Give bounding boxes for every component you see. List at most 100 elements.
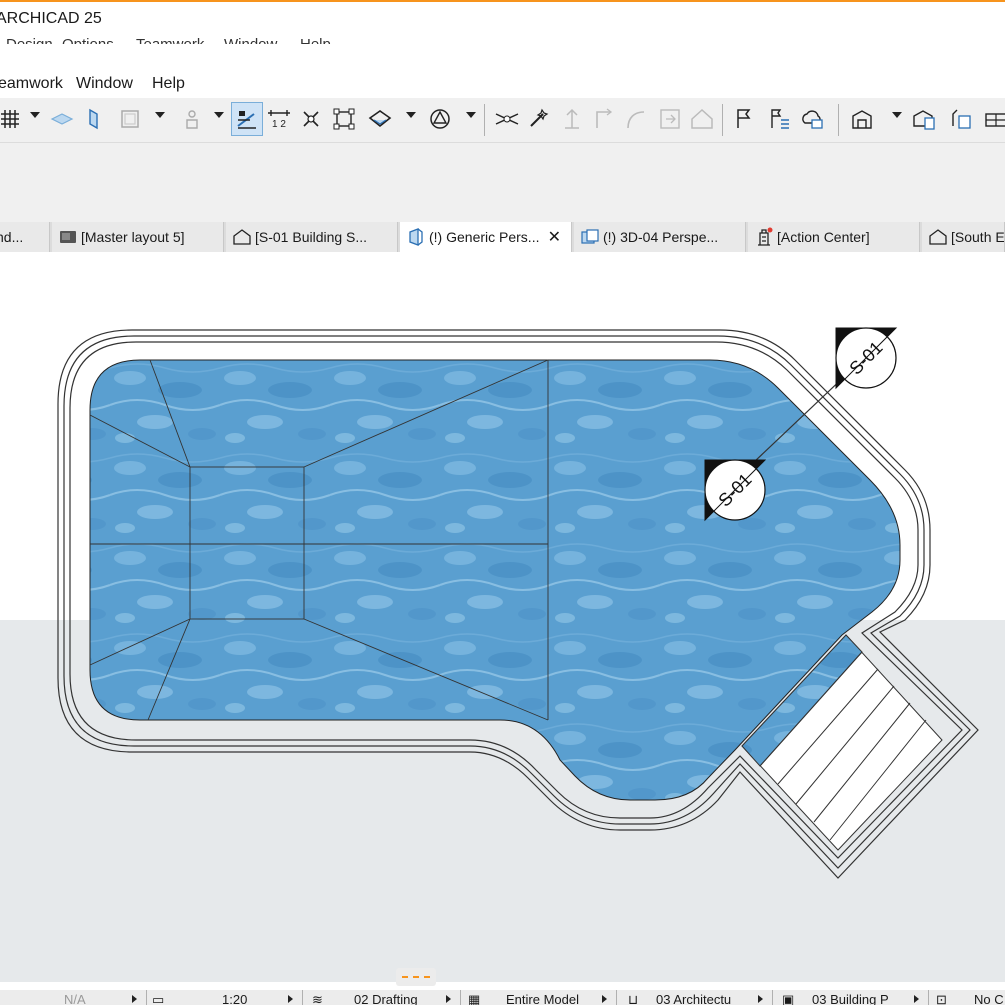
toolbar-separator bbox=[484, 104, 485, 136]
scale-icon: ▭ bbox=[152, 992, 165, 1005]
menu-item-teamwork[interactable]: eamwork bbox=[0, 75, 63, 93]
status-separator bbox=[302, 990, 303, 1005]
tab-3d-04-perspective[interactable]: (!) 3D-04 Perspe... bbox=[574, 222, 746, 252]
perspective-tab-icon bbox=[409, 228, 423, 246]
tab-generic-perspective[interactable]: (!) Generic Pers... ✕ bbox=[400, 222, 572, 252]
status-model-view[interactable]: Entire Model bbox=[506, 992, 579, 1005]
status-renovation[interactable]: No C bbox=[974, 992, 1004, 1005]
shape-dropdown[interactable] bbox=[466, 112, 476, 118]
svg-text:1 2: 1 2 bbox=[272, 119, 286, 130]
chevron-right-icon[interactable] bbox=[132, 995, 137, 1003]
guide-line-icon[interactable] bbox=[231, 102, 263, 136]
drawing-canvas[interactable]: S-01 S-01 bbox=[0, 252, 1005, 982]
layout-dropdown[interactable] bbox=[892, 112, 902, 118]
marker-list-icon[interactable] bbox=[764, 102, 796, 136]
window-icon[interactable] bbox=[114, 102, 146, 136]
tab-master-layout-5[interactable]: [Master layout 5] bbox=[52, 222, 224, 252]
status-bar: N/A ▭ 1:20 ≋ 02 Drafting ▦ Entire Model … bbox=[0, 990, 1005, 1005]
status-separator bbox=[616, 990, 617, 1005]
layers-icon: ≋ bbox=[312, 992, 323, 1005]
layout-tab-icon bbox=[60, 231, 76, 243]
section-marker-bottom[interactable]: S-01 bbox=[704, 459, 767, 522]
status-separator bbox=[460, 990, 461, 1005]
elevate-icon[interactable] bbox=[556, 102, 588, 136]
update-icon[interactable] bbox=[944, 102, 976, 136]
menu-item-help-clipped[interactable]: Help bbox=[300, 36, 331, 44]
app-title: ARCHICAD 25 bbox=[0, 10, 102, 27]
tab-label: nd... bbox=[0, 229, 24, 245]
tab-action-center[interactable]: [Action Center] bbox=[748, 222, 920, 252]
tab-south-elevation[interactable]: [South E bbox=[922, 222, 1005, 252]
menu-item-design[interactable]: Design bbox=[6, 36, 53, 44]
status-layer-combination[interactable]: 02 Drafting bbox=[354, 992, 418, 1005]
chevron-right-icon[interactable] bbox=[758, 995, 763, 1003]
toolbar-separator bbox=[838, 104, 839, 136]
clipped-menu-row: Design Options Teamwork Window Help bbox=[0, 34, 1005, 44]
menu-item-teamwork-clipped[interactable]: Teamwork bbox=[136, 36, 204, 44]
slab-icon[interactable] bbox=[46, 102, 78, 136]
status-graphic-override[interactable]: 03 Building P bbox=[812, 992, 889, 1005]
roof-icon[interactable] bbox=[686, 102, 718, 136]
bottom-splitter-handle[interactable] bbox=[396, 968, 436, 986]
tab-layout-nd[interactable]: nd... bbox=[0, 222, 50, 252]
tab-label: [S-01 Building S... bbox=[255, 229, 368, 245]
cloud-icon[interactable] bbox=[796, 102, 828, 136]
title-bar: ARCHICAD 25 bbox=[0, 2, 1005, 38]
grid-snap-icon[interactable] bbox=[0, 102, 26, 136]
house-tab-icon bbox=[233, 229, 251, 245]
flag-icon[interactable] bbox=[728, 102, 760, 136]
layout-icon[interactable] bbox=[846, 102, 878, 136]
menu-item-window-clipped[interactable]: Window bbox=[224, 36, 277, 44]
shape-icon[interactable] bbox=[424, 102, 456, 136]
table-icon[interactable] bbox=[980, 102, 1005, 136]
pool-plan-drawing[interactable]: S-01 S-01 bbox=[0, 252, 1005, 982]
split-icon[interactable] bbox=[491, 102, 523, 136]
status-separator bbox=[772, 990, 773, 1005]
camera-tab-icon bbox=[581, 229, 599, 244]
menu-item-options[interactable]: Options bbox=[62, 36, 114, 44]
model-view-icon: ▦ bbox=[468, 992, 481, 1005]
wall-icon[interactable] bbox=[78, 102, 110, 136]
toolbar-area bbox=[0, 143, 1005, 222]
status-scale[interactable]: 1:20 bbox=[222, 992, 247, 1005]
tab-label: (!) Generic Pers... bbox=[429, 229, 540, 245]
status-separator bbox=[146, 990, 147, 1005]
status-undo-value: N/A bbox=[64, 992, 86, 1005]
magic-wand-icon[interactable] bbox=[523, 102, 555, 136]
chevron-right-icon[interactable] bbox=[446, 995, 451, 1003]
section-marker-top[interactable]: S-01 bbox=[835, 327, 898, 390]
corner-icon[interactable] bbox=[588, 102, 620, 136]
group-icon[interactable] bbox=[328, 102, 360, 136]
window-dropdown[interactable] bbox=[155, 112, 165, 118]
menu-item-help[interactable]: Help bbox=[152, 75, 185, 93]
menu-item-window[interactable]: Window bbox=[76, 75, 133, 93]
cross-icon[interactable] bbox=[295, 102, 327, 136]
tab-label: [South E bbox=[951, 229, 1005, 245]
status-separator bbox=[928, 990, 929, 1005]
status-pen-set[interactable]: 03 Architectu bbox=[656, 992, 731, 1005]
tab-label: [Master layout 5] bbox=[81, 229, 185, 245]
grid-snap-dropdown[interactable] bbox=[30, 112, 40, 118]
standard-toolbar: 1 2 bbox=[0, 98, 1005, 143]
chevron-right-icon[interactable] bbox=[288, 995, 293, 1003]
action-center-tab-icon bbox=[758, 227, 773, 246]
trace-dropdown[interactable] bbox=[406, 112, 416, 118]
figure-dropdown[interactable] bbox=[214, 112, 224, 118]
chevron-right-icon[interactable] bbox=[602, 995, 607, 1003]
graphic-override-icon: ▣ bbox=[782, 992, 795, 1005]
house-tab-icon bbox=[929, 229, 947, 245]
view-tab-bar: nd... [Master layout 5] [S-01 Building S… bbox=[0, 222, 1005, 252]
tab-label: [Action Center] bbox=[777, 229, 870, 245]
trace-icon[interactable] bbox=[364, 102, 396, 136]
tab-s01-building-section[interactable]: [S-01 Building S... bbox=[226, 222, 398, 252]
dimension-icon[interactable]: 1 2 bbox=[263, 102, 295, 136]
toolbar-separator bbox=[722, 104, 723, 136]
offset-icon[interactable] bbox=[654, 102, 686, 136]
close-icon[interactable]: ✕ bbox=[548, 227, 561, 247]
figure-icon[interactable] bbox=[176, 102, 208, 136]
chevron-right-icon[interactable] bbox=[914, 995, 919, 1003]
pen-set-icon: ⊔ bbox=[628, 992, 639, 1005]
curve-icon[interactable] bbox=[620, 102, 652, 136]
tab-label: (!) 3D-04 Perspe... bbox=[603, 229, 719, 245]
publish-icon[interactable] bbox=[908, 102, 940, 136]
